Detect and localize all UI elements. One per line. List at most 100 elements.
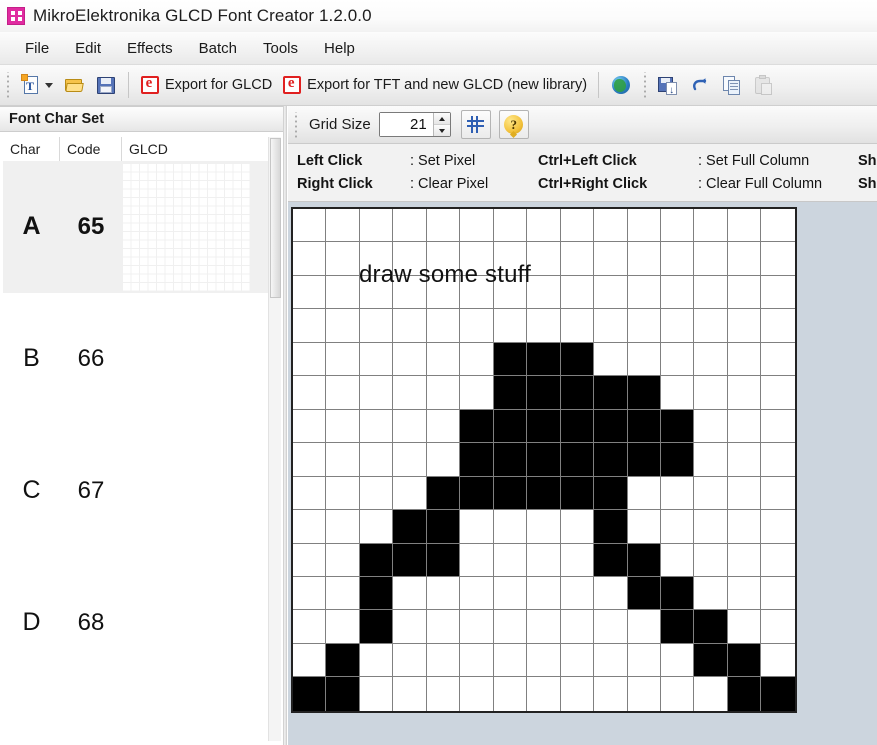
pixel-cell[interactable]	[460, 576, 494, 611]
pixel-cell[interactable]	[393, 610, 427, 644]
pixel-cell[interactable]	[694, 409, 728, 444]
pixel-cell[interactable]	[393, 309, 427, 343]
save-button[interactable]	[90, 69, 122, 101]
pixel-cell[interactable]	[727, 242, 762, 276]
pixel-cell[interactable]	[761, 576, 795, 611]
pixel-cell[interactable]	[594, 309, 628, 343]
pixel-cell[interactable]	[426, 610, 461, 644]
export-for-tft-button[interactable]: e Export for TFT and new GLCD (new libra…	[277, 69, 592, 101]
pixel-cell[interactable]	[694, 643, 728, 678]
pixel-cell[interactable]	[293, 242, 327, 276]
pixel-cell[interactable]	[460, 376, 494, 410]
pixel-cell[interactable]	[627, 576, 661, 611]
pixel-cell[interactable]	[426, 510, 461, 544]
toolbar-grip-2[interactable]	[641, 72, 650, 98]
pixel-cell[interactable]	[761, 342, 795, 377]
pixel-cell[interactable]	[594, 342, 628, 377]
pixel-cell[interactable]	[426, 543, 461, 577]
pixel-cell[interactable]	[560, 510, 595, 544]
pixel-cell[interactable]	[727, 275, 762, 310]
pixel-cell[interactable]	[761, 242, 795, 276]
char-glcd-preview[interactable]	[122, 295, 272, 423]
pixel-cell[interactable]	[761, 610, 795, 644]
pixel-cell[interactable]	[560, 209, 595, 243]
pixel-cell[interactable]	[393, 376, 427, 410]
pixel-cell[interactable]	[594, 677, 628, 711]
pixel-cell[interactable]	[293, 610, 327, 644]
pixel-cell[interactable]	[694, 242, 728, 276]
pixel-cell[interactable]	[627, 476, 661, 511]
pixel-cell[interactable]	[627, 643, 661, 678]
pixel-cell[interactable]	[393, 209, 427, 243]
pixel-cell[interactable]	[293, 443, 327, 477]
pixel-cell[interactable]	[326, 309, 360, 343]
pixel-cell[interactable]	[326, 476, 360, 511]
pixel-cell[interactable]	[493, 610, 528, 644]
pixel-cell[interactable]	[293, 209, 327, 243]
pixel-cell[interactable]	[660, 510, 695, 544]
panel-splitter[interactable]	[283, 106, 287, 745]
web-button[interactable]	[605, 69, 637, 101]
pixel-cell[interactable]	[627, 443, 661, 477]
pixel-cell[interactable]	[326, 342, 360, 377]
pixel-cell[interactable]	[694, 443, 728, 477]
pixel-cell[interactable]	[660, 275, 695, 310]
pixel-cell[interactable]	[426, 409, 461, 444]
pixel-cell[interactable]	[727, 376, 762, 410]
pixel-cell[interactable]	[594, 476, 628, 511]
pixel-cell[interactable]	[426, 443, 461, 477]
pixel-cell[interactable]	[493, 510, 528, 544]
paste-button[interactable]	[748, 69, 780, 101]
pixel-cell[interactable]	[594, 643, 628, 678]
pixel-cell[interactable]	[293, 409, 327, 444]
pixel-cell[interactable]	[426, 342, 461, 377]
pixel-canvas[interactable]: draw some stuff	[291, 207, 797, 713]
pixel-cell[interactable]	[660, 677, 695, 711]
pixel-cell[interactable]	[560, 543, 595, 577]
pixel-cell[interactable]	[694, 275, 728, 310]
pixel-cell[interactable]	[527, 309, 561, 343]
pixel-cell[interactable]	[493, 342, 528, 377]
pixel-cell[interactable]	[527, 275, 561, 310]
pixel-cell[interactable]	[560, 376, 595, 410]
pixel-cell[interactable]	[660, 342, 695, 377]
pixel-cell[interactable]	[560, 409, 595, 444]
pixel-cell[interactable]	[460, 510, 494, 544]
pixel-cell[interactable]	[694, 610, 728, 644]
pixel-cell[interactable]	[627, 209, 661, 243]
pixel-cell[interactable]	[527, 443, 561, 477]
char-glcd-preview[interactable]	[122, 427, 272, 555]
pixel-cell[interactable]	[660, 643, 695, 678]
char-row-c[interactable]: C 67	[3, 425, 278, 557]
pixel-cell[interactable]	[393, 510, 427, 544]
pixel-cell[interactable]	[594, 543, 628, 577]
pixel-cell[interactable]	[660, 209, 695, 243]
pixel-cell[interactable]	[560, 242, 595, 276]
pixel-cell[interactable]	[460, 309, 494, 343]
pixel-cell[interactable]	[761, 543, 795, 577]
grid-size-stepper[interactable]: 21	[378, 112, 451, 137]
pixel-cell[interactable]	[594, 576, 628, 611]
pixel-cell[interactable]	[694, 510, 728, 544]
pixel-cell[interactable]	[393, 576, 427, 611]
pixel-cell[interactable]	[326, 242, 360, 276]
pixel-cell[interactable]	[727, 476, 762, 511]
pixel-cell[interactable]	[727, 443, 762, 477]
pixel-cell[interactable]	[727, 543, 762, 577]
pixel-cell[interactable]	[527, 242, 561, 276]
pixel-cell[interactable]	[560, 342, 595, 377]
pixel-cell[interactable]	[326, 576, 360, 611]
pixel-cell[interactable]	[660, 242, 695, 276]
pixel-cell[interactable]	[660, 409, 695, 444]
pixel-cell[interactable]	[359, 342, 394, 377]
char-glcd-preview[interactable]	[122, 162, 272, 291]
menu-item-file[interactable]: File	[12, 37, 62, 60]
pixel-cell[interactable]	[594, 610, 628, 644]
pixel-cell[interactable]	[527, 677, 561, 711]
pixel-cell[interactable]	[359, 309, 394, 343]
pixel-cell[interactable]	[359, 677, 394, 711]
export-for-glcd-button[interactable]: e Export for GLCD	[135, 69, 277, 101]
pixel-cell[interactable]	[694, 342, 728, 377]
pixel-cell[interactable]	[326, 376, 360, 410]
open-button[interactable]	[58, 69, 90, 101]
